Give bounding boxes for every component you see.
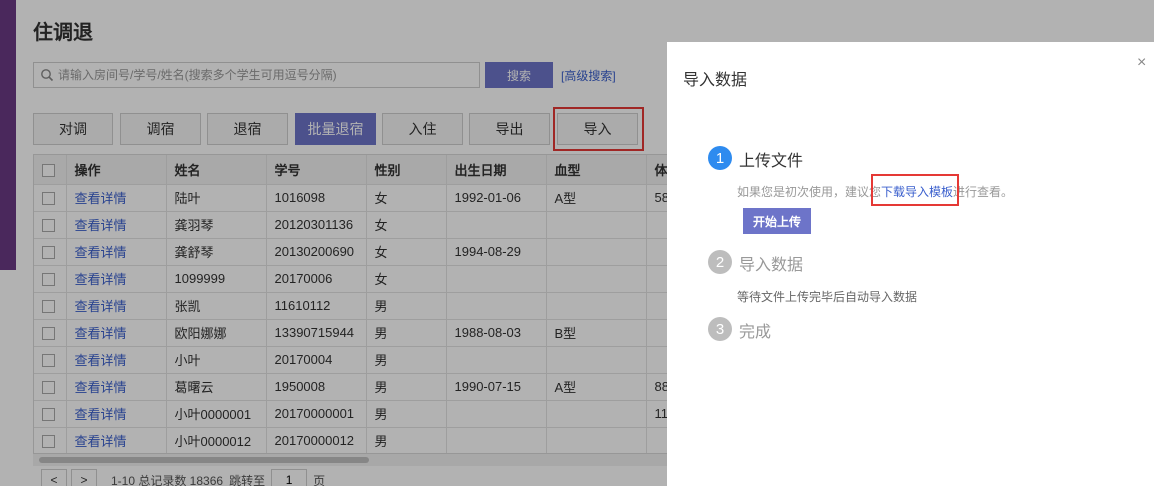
download-link-highlight — [871, 174, 959, 206]
step-3-number: 3 — [708, 317, 732, 341]
step-2-number: 2 — [708, 250, 732, 274]
step-1-desc-text: 如果您是初次使用，建议您 — [737, 185, 882, 199]
close-icon[interactable]: × — [1137, 54, 1146, 72]
step-2-desc: 等待文件上传完毕后自动导入数据 — [737, 290, 918, 304]
start-upload-button[interactable]: 开始上传 — [743, 208, 811, 234]
import-dialog: 导入数据 × 1 上传文件 如果您是初次使用，建议您下载导入模板进行查看。 开始… — [667, 42, 1154, 486]
step-1-title: 上传文件 — [739, 153, 804, 170]
step-3-title: 完成 — [739, 324, 772, 341]
step-1-number: 1 — [708, 146, 732, 170]
dialog-title: 导入数据 — [683, 72, 748, 89]
step-1-desc-tail: 进行查看。 — [953, 185, 1014, 199]
step-2-title: 导入数据 — [739, 257, 804, 274]
